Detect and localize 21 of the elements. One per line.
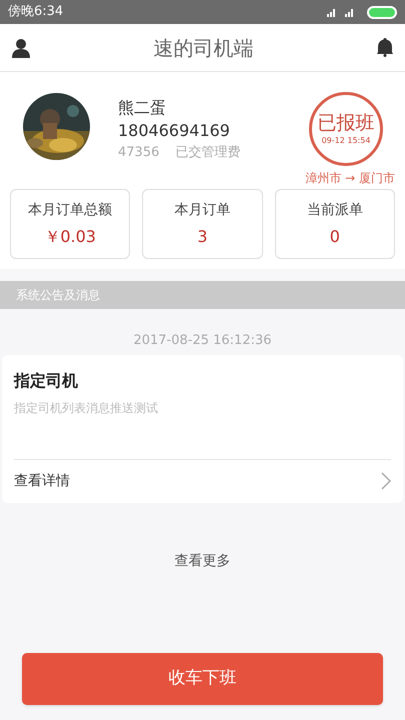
fee-status: 已交管理费	[175, 144, 240, 162]
route-label: 漳州市 → 厦门市	[305, 170, 395, 187]
driver-id: 47356	[118, 144, 160, 162]
driver-name: 熊二蛋	[118, 97, 167, 119]
stat-card: 当前派单 0	[274, 189, 395, 259]
load-more-link[interactable]: 查看更多	[174, 552, 230, 568]
details-link[interactable]: 查看详情	[14, 458, 391, 502]
message-time: 2017-08-25 16:12:36	[132, 332, 273, 350]
status-time: 傍晚6:34	[8, 3, 64, 22]
clock-out-button[interactable]: 收车下班	[22, 653, 383, 705]
message-title: 指定司机	[14, 370, 79, 392]
chevron-right-icon	[381, 472, 391, 490]
user-icon[interactable]	[12, 38, 30, 58]
status-stamp: 已报班 09-12 15:54	[309, 92, 383, 166]
stat-card: 本月订单总额 ￥0.03	[10, 189, 130, 259]
stat-card: 本月订单 3	[142, 189, 263, 259]
message-body: 指定司机列表消息推送测试	[14, 400, 159, 416]
phone-number: 18046694169	[118, 120, 231, 142]
app-title: 速的司机端	[154, 34, 254, 62]
battery-icon	[367, 6, 397, 18]
notification-icon[interactable]	[377, 38, 393, 57]
